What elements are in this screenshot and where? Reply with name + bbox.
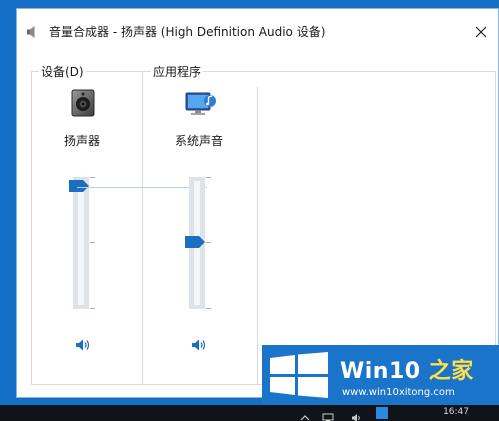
device-group-label: 设备(D)	[39, 63, 86, 80]
speaker-channel-name: 扬声器	[64, 134, 101, 148]
speaker-volume-slider[interactable]	[73, 177, 95, 309]
system-sounds-volume-thumb[interactable]	[185, 233, 205, 249]
peak-level-line	[77, 187, 207, 188]
volume-mixer-window: 音量合成器 - 扬声器 (High Definition Audio 设备) 设…	[16, 8, 499, 398]
window-title: 音量合成器 - 扬声器 (High Definition Audio 设备)	[49, 25, 326, 39]
taskbar: 16:47	[0, 405, 499, 421]
applications-group-label: 应用程序	[151, 63, 204, 80]
system-sounds-icon[interactable]	[183, 89, 217, 117]
speaker-device-icon[interactable]	[71, 89, 95, 117]
title-bar[interactable]: 音量合成器 - 扬声器 (High Definition Audio 设备)	[17, 9, 498, 55]
network-icon[interactable]	[322, 408, 334, 421]
watermark-title: Win10 之家	[340, 359, 474, 384]
close-icon	[475, 26, 487, 38]
show-hidden-icons-icon[interactable]	[300, 408, 310, 421]
volume-tray-icon[interactable]	[352, 408, 362, 421]
speaker-icon	[26, 24, 40, 38]
close-button[interactable]	[464, 9, 498, 55]
input-method-icon[interactable]	[376, 407, 388, 419]
group-divider	[257, 87, 258, 385]
watermark: Win10 之家 www.win10xitong.com	[262, 345, 499, 405]
system-sounds-mute-icon[interactable]	[191, 337, 207, 351]
windows-logo-icon	[268, 352, 330, 402]
watermark-url: www.win10xitong.com	[342, 387, 455, 398]
system-sounds-channel-name: 系统声音	[175, 134, 224, 148]
speaker-mute-icon[interactable]	[75, 337, 91, 351]
taskbar-clock[interactable]: 16:47	[443, 407, 469, 417]
